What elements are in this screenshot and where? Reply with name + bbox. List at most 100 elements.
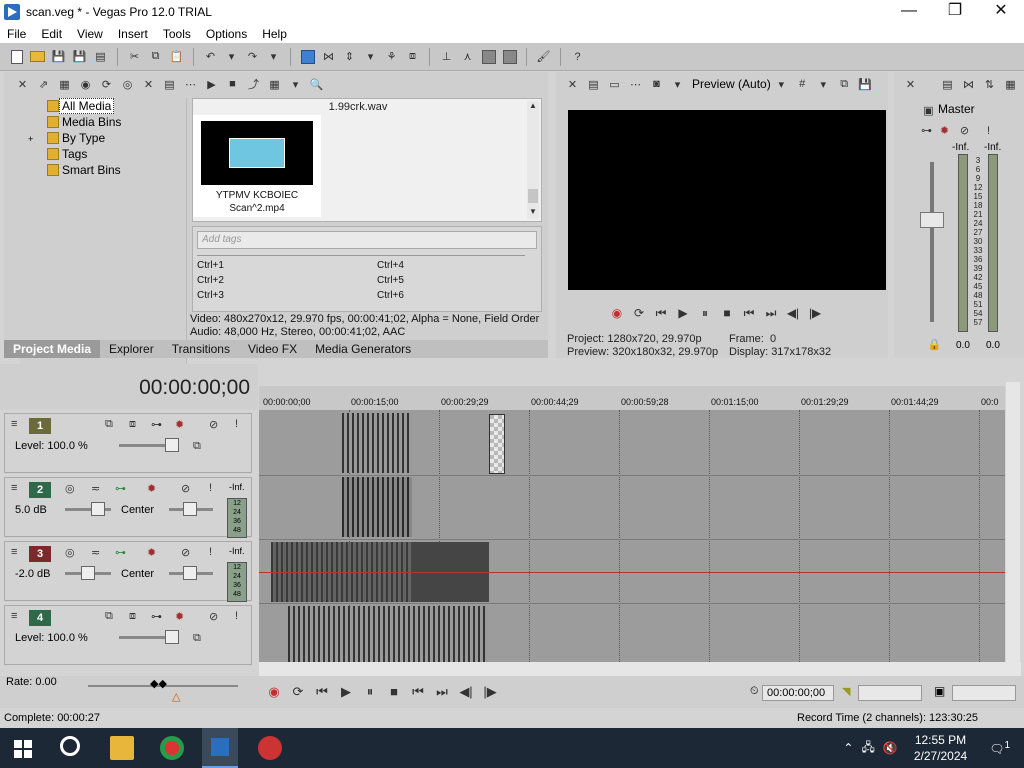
solo-icon[interactable]: ! bbox=[209, 546, 212, 558]
windows-start-icon[interactable] bbox=[14, 740, 32, 758]
video-clip-checker[interactable] bbox=[489, 414, 505, 474]
copy-snapshot-icon[interactable]: ⧉ bbox=[836, 76, 853, 93]
media-scrollbar[interactable]: ▲ ▼ bbox=[527, 101, 539, 219]
track-header-4[interactable]: ≡ 4 ⧉ ⧈ ⊶ ✹ ⊘ ! Level: 100.0 % ⧉ bbox=[4, 605, 252, 665]
mute-icon[interactable]: ⊘ bbox=[209, 418, 218, 431]
track-motion-icon[interactable]: ⊶ bbox=[151, 610, 162, 623]
record-icon[interactable]: ◉ bbox=[262, 684, 286, 700]
previous-frame-icon[interactable]: ◀| bbox=[782, 306, 804, 321]
master-fx-icon[interactable]: ✹ bbox=[936, 122, 953, 139]
remove-media-icon[interactable]: ✕ bbox=[140, 76, 157, 93]
save-icon[interactable]: 💾 bbox=[50, 48, 67, 65]
preview-quality-dropdown-icon[interactable]: ▾ bbox=[669, 76, 686, 93]
split-screen-icon[interactable]: ⋯ bbox=[627, 76, 644, 93]
chrome-icon[interactable] bbox=[160, 736, 184, 760]
previous-frame-icon[interactable]: ◀| bbox=[454, 684, 478, 700]
level-slider-knob[interactable] bbox=[165, 630, 179, 644]
volume-muted-icon[interactable]: 🔇 bbox=[883, 741, 898, 755]
track-header-2[interactable]: ≡ 2 ◎ ≂ ⊶ ✹ ⊘ ! -Inf. 5.0 dB Center 12 2… bbox=[4, 477, 252, 538]
loop-icon[interactable]: ⟳ bbox=[286, 684, 310, 700]
track-fx-icon[interactable]: ✹ bbox=[147, 482, 156, 495]
tag-shortcut[interactable]: Ctrl+6 bbox=[377, 290, 404, 301]
audio-clip-track2[interactable] bbox=[342, 477, 412, 537]
preview-quality-select[interactable]: Preview (Auto) bbox=[692, 77, 771, 91]
solo-icon[interactable]: ! bbox=[209, 482, 212, 494]
whats-this-help-icon[interactable]: ? bbox=[569, 48, 586, 65]
tag-shortcut[interactable]: Ctrl+1 bbox=[197, 260, 224, 271]
media-properties-icon[interactable]: ▤ bbox=[161, 76, 178, 93]
auto-preview-icon[interactable]: ⤴ bbox=[245, 76, 262, 93]
downmix-icon[interactable]: ⋈ bbox=[960, 76, 977, 93]
tag-shortcut[interactable]: Ctrl+3 bbox=[197, 290, 224, 301]
tag-shortcut[interactable]: Ctrl+4 bbox=[377, 260, 404, 271]
tree-item-by-type[interactable]: + By Type bbox=[20, 130, 186, 146]
stop-icon[interactable]: ■ bbox=[716, 306, 738, 321]
mixer-view-icon[interactable]: ▦ bbox=[1002, 76, 1019, 93]
menu-file[interactable]: File bbox=[0, 27, 34, 41]
tag-shortcut[interactable]: Ctrl+2 bbox=[197, 275, 224, 286]
stop-icon[interactable]: ■ bbox=[382, 684, 406, 700]
track-fx-icon[interactable]: ✹ bbox=[175, 610, 184, 623]
redo-icon[interactable]: ↷ bbox=[244, 48, 261, 65]
network-icon[interactable]: 🖧 bbox=[861, 738, 874, 759]
import-media-icon[interactable]: ⇗ bbox=[35, 76, 52, 93]
compositing-mode-icon[interactable]: ⧉ bbox=[105, 610, 113, 623]
save-as-icon[interactable]: 💾 bbox=[71, 48, 88, 65]
master-fader-track[interactable] bbox=[930, 162, 934, 322]
tab-media-generators[interactable]: Media Generators bbox=[306, 340, 420, 358]
volume-slider-knob[interactable] bbox=[91, 502, 105, 516]
unused-icon[interactable]: ⋯ bbox=[182, 76, 199, 93]
pan-slider-knob[interactable] bbox=[183, 502, 197, 516]
timeline-vertical-scrollbar[interactable] bbox=[1006, 382, 1020, 666]
render-icon[interactable]: 🖌 bbox=[535, 48, 552, 65]
menu-tools[interactable]: Tools bbox=[156, 27, 199, 41]
tool-dropdown-icon[interactable]: ▾ bbox=[362, 48, 379, 65]
external-monitor-icon[interactable]: ▭ bbox=[606, 76, 623, 93]
play-from-start-icon[interactable]: ⏮ bbox=[650, 306, 672, 321]
scroll-thumb[interactable] bbox=[528, 189, 538, 203]
track-automation-icon[interactable]: ⊶ bbox=[115, 546, 126, 559]
copy-icon[interactable]: ⧉ bbox=[147, 48, 164, 65]
tab-transitions[interactable]: Transitions bbox=[163, 340, 239, 358]
media-fx-icon[interactable]: ◎ bbox=[119, 76, 136, 93]
clock[interactable]: 12:55 PM 2/27/2024 bbox=[914, 732, 967, 764]
media-item-wav[interactable]: 1.99crk.wav bbox=[193, 101, 523, 113]
level-slider-knob[interactable] bbox=[165, 438, 179, 452]
add-tags-input[interactable]: Add tags bbox=[197, 231, 537, 249]
views-icon[interactable]: ▦ bbox=[266, 76, 283, 93]
overlays-icon[interactable]: # bbox=[794, 76, 811, 93]
lock-envelopes-icon[interactable]: ⧈ bbox=[404, 48, 421, 65]
redo-dropdown-icon[interactable]: ▾ bbox=[265, 48, 282, 65]
selection-length-field[interactable] bbox=[952, 685, 1016, 701]
track-header-3[interactable]: ≡ 3 ◎ ≂ ⊶ ✹ ⊘ ! -Inf. -2.0 dB Center 12 … bbox=[4, 541, 252, 602]
timeline-ruler[interactable]: 00:00:00;00 00:00:15;00 00:00:29;29 00:0… bbox=[259, 386, 1005, 410]
master-automation-icon[interactable]: ⊶ bbox=[918, 122, 935, 139]
invert-phase-icon[interactable]: ≂ bbox=[91, 546, 100, 559]
track-drag-handle-icon[interactable]: ≡ bbox=[11, 418, 17, 430]
make-compositing-child-icon[interactable]: ⧈ bbox=[129, 418, 136, 431]
undo-dropdown-icon[interactable]: ▾ bbox=[223, 48, 240, 65]
play-preview-icon[interactable]: ▶ bbox=[203, 76, 220, 93]
track-automation-icon[interactable]: ⊶ bbox=[115, 482, 126, 495]
tag-shortcut[interactable]: Ctrl+5 bbox=[377, 275, 404, 286]
overlays-dropdown-icon[interactable]: ▾ bbox=[815, 76, 832, 93]
track-effects-icon[interactable]: ⧉ bbox=[193, 632, 201, 645]
expand-icon[interactable]: + bbox=[28, 134, 33, 144]
chevron-up-icon[interactable]: ⌃ bbox=[843, 741, 853, 755]
track-drag-handle-icon[interactable]: ≡ bbox=[11, 482, 17, 494]
arm-record-icon[interactable]: ◎ bbox=[65, 482, 75, 495]
loop-icon[interactable]: ⟳ bbox=[628, 306, 650, 321]
menu-view[interactable]: View bbox=[70, 27, 111, 41]
preview-mode-dropdown-icon[interactable]: ▾ bbox=[773, 76, 790, 93]
tree-item-tags[interactable]: Tags bbox=[20, 146, 186, 162]
normal-edit-tool-icon[interactable] bbox=[299, 48, 316, 65]
refresh-icon[interactable]: ⟳ bbox=[98, 76, 115, 93]
envelope-tool-icon[interactable]: ⋈ bbox=[320, 48, 337, 65]
mute-icon[interactable]: ⊘ bbox=[181, 482, 190, 495]
undo-icon[interactable]: ↶ bbox=[202, 48, 219, 65]
master-lock-icon[interactable]: 🔒 bbox=[926, 336, 943, 353]
stop-preview-icon[interactable]: ■ bbox=[224, 76, 241, 93]
track-effects-icon[interactable]: ⧉ bbox=[193, 440, 201, 453]
track-fx-icon[interactable]: ✹ bbox=[175, 418, 184, 431]
track-drag-handle-icon[interactable]: ≡ bbox=[11, 546, 17, 558]
